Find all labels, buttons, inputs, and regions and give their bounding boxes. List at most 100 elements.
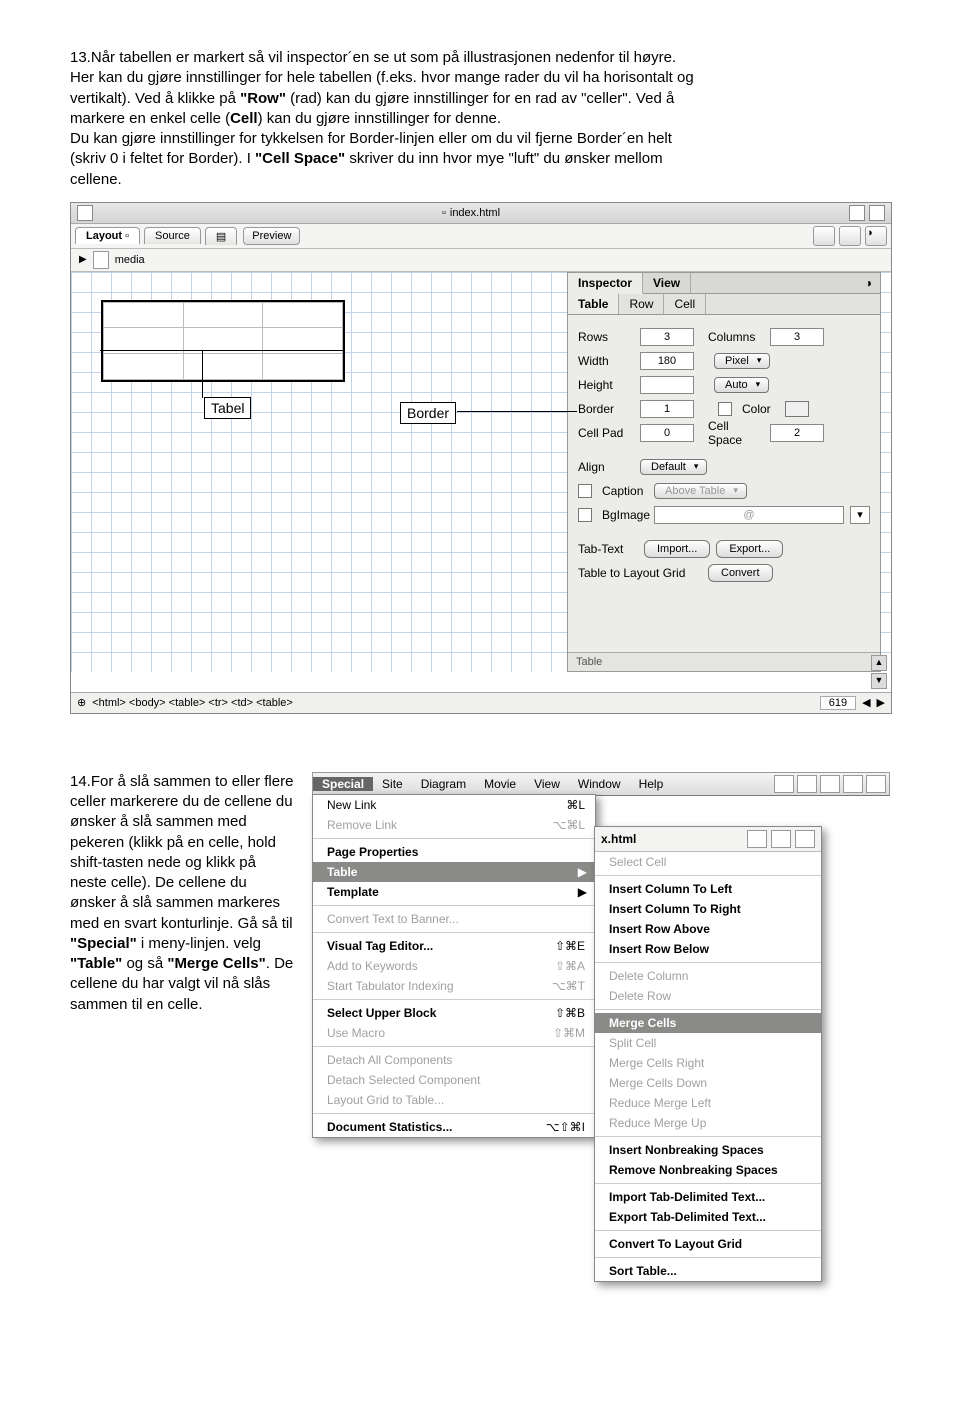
bgimage-input[interactable]: @ (654, 506, 844, 524)
tab-view[interactable]: View (643, 273, 691, 293)
width-input[interactable]: 180 (640, 352, 694, 370)
browse-icon[interactable]: ▾ (850, 506, 870, 524)
close-icon[interactable] (77, 205, 93, 221)
cellpad-input[interactable]: 0 (640, 424, 694, 442)
tab-inspector[interactable]: Inspector (568, 273, 643, 294)
anchor-icon[interactable]: ⊕ (77, 696, 86, 709)
rows-input[interactable]: 3 (640, 328, 694, 346)
export-button[interactable]: Export... (716, 540, 783, 558)
menuitem-ins-col-left[interactable]: Insert Column To Left (595, 879, 821, 899)
menuitem-table[interactable]: Table▶ (313, 862, 595, 882)
cellspace-input[interactable]: 2 (770, 424, 824, 442)
menuitem-tabulator: Start Tabulator Indexing⌥⌘T (313, 976, 595, 996)
min-icon[interactable] (849, 205, 865, 221)
bgimage-checkbox[interactable] (578, 508, 592, 522)
height-input[interactable] (640, 376, 694, 394)
disclosure-icon[interactable]: ◑ (857, 273, 880, 293)
table-element[interactable] (101, 300, 345, 382)
inspector-window: Inspector View ◑ Table Row Cell Rows3Col… (567, 272, 881, 672)
paragraph-14: 14.For å slå sammen to eller flere celle… (70, 772, 294, 1015)
tab-source[interactable]: Source (144, 227, 201, 244)
menuitem-vte[interactable]: Visual Tag Editor...⇧⌘E (313, 936, 595, 956)
list-num: 13. (70, 49, 91, 66)
menuitem-template[interactable]: Template▶ (313, 882, 595, 902)
menu-window[interactable]: Window (569, 777, 630, 791)
tool-icon[interactable] (813, 226, 835, 246)
tab-source-2[interactable]: ▤ (205, 227, 237, 245)
menuitem-merge-cells[interactable]: Merge Cells (595, 1013, 821, 1033)
menuitem-reduce-left: Reduce Merge Left (595, 1093, 821, 1113)
menuitem-new-link[interactable]: New Link⌘L (313, 795, 595, 815)
menuitem-ins-row-above[interactable]: Insert Row Above (595, 919, 821, 939)
menuitem-import-tab[interactable]: Import Tab-Delimited Text... (595, 1187, 821, 1207)
menuitem-doc-stats[interactable]: Document Statistics...⌥⇧⌘I (313, 1117, 595, 1137)
disclosure-icon[interactable]: ◑ (865, 226, 887, 246)
menuitem-merge-down: Merge Cells Down (595, 1073, 821, 1093)
menuitem-sort-table[interactable]: Sort Table... (595, 1261, 821, 1281)
tab-row[interactable]: Row (619, 294, 664, 314)
zoom-icon[interactable] (869, 205, 885, 221)
disclosure-icon[interactable]: ▶ (79, 254, 87, 265)
menuitem-convert-lg[interactable]: Convert To Layout Grid (595, 1234, 821, 1254)
border-input[interactable]: 1 (640, 400, 694, 418)
columns-input[interactable]: 3 (770, 328, 824, 346)
menu-diagram[interactable]: Diagram (412, 777, 475, 791)
convert-button[interactable]: Convert (708, 564, 773, 582)
height-unit-select[interactable]: Auto▾ (714, 377, 769, 393)
bgimage-label: BgImage (602, 508, 648, 522)
color-swatch[interactable] (785, 401, 809, 417)
scroll-down-icon[interactable]: ▼ (871, 673, 887, 689)
align-select[interactable]: Default▾ (640, 459, 707, 475)
color-label: Color (742, 402, 771, 416)
menu-movie[interactable]: Movie (475, 777, 525, 791)
menuitem-select-cell: Select Cell (595, 852, 821, 872)
toolbar-icon[interactable] (866, 775, 886, 793)
width-unit-select[interactable]: Pixel▾ (714, 353, 770, 369)
page-icon (93, 251, 109, 269)
caption-checkbox[interactable] (578, 484, 592, 498)
zoom-value[interactable]: 619 (820, 696, 856, 710)
menuitem-split-cell: Split Cell (595, 1033, 821, 1053)
annotation-tabel: Tabel (204, 397, 251, 419)
tab-layout[interactable]: Layout ▫ (75, 227, 140, 244)
menuitem-ins-col-right[interactable]: Insert Column To Right (595, 899, 821, 919)
toolbar-icon[interactable] (820, 775, 840, 793)
toolbar-icon[interactable] (774, 775, 794, 793)
menuitem-upper-block[interactable]: Select Upper Block⇧⌘B (313, 1003, 595, 1023)
caption-select[interactable]: Above Table▾ (654, 483, 747, 499)
page-icon: ▫ (442, 207, 446, 219)
menuitem-ins-nbsp[interactable]: Insert Nonbreaking Spaces (595, 1140, 821, 1160)
breadcrumb[interactable]: <html> <body> <table> <tr> <td> <table> (92, 697, 293, 709)
menu-view[interactable]: View (525, 777, 569, 791)
tab-cell[interactable]: Cell (664, 294, 706, 314)
menu-help[interactable]: Help (630, 777, 673, 791)
tool-icon[interactable] (771, 830, 791, 848)
layout-canvas[interactable]: Inspector View ◑ Table Row Cell Rows3Col… (71, 272, 891, 672)
tab-table[interactable]: Table (568, 294, 619, 314)
menuitem-page-properties[interactable]: Page Properties (313, 842, 595, 862)
menuitem-rem-nbsp[interactable]: Remove Nonbreaking Spaces (595, 1160, 821, 1180)
width-label: Width (578, 354, 634, 368)
menuitem-ins-row-below[interactable]: Insert Row Below (595, 939, 821, 959)
menuitem-reduce-up: Reduce Merge Up (595, 1113, 821, 1133)
border-label: Border (578, 402, 634, 416)
preview-button[interactable]: Preview (243, 227, 300, 245)
annotation-border: Border (400, 402, 456, 424)
tool-icon[interactable] (839, 226, 861, 246)
editor-window: ▫index.html Layout ▫ Source ▤ Preview ◑ … (70, 202, 892, 714)
menu-site[interactable]: Site (373, 777, 412, 791)
scroll-up-icon[interactable]: ▲ (871, 655, 887, 671)
menuitem-detach-all: Detach All Components (313, 1050, 595, 1070)
color-checkbox[interactable] (718, 402, 732, 416)
scroll-right-icon[interactable]: ▶ (877, 696, 885, 709)
menuitem-use-macro: Use Macro⇧⌘M (313, 1023, 595, 1043)
tool-icon[interactable] (795, 830, 815, 848)
import-button[interactable]: Import... (644, 540, 710, 558)
tool-icon[interactable] (747, 830, 767, 848)
menu-special[interactable]: Special (313, 777, 373, 791)
toolbar-icon[interactable] (843, 775, 863, 793)
menuitem-export-tab[interactable]: Export Tab-Delimited Text... (595, 1207, 821, 1227)
toolbar-icon[interactable] (797, 775, 817, 793)
scroll-left-icon[interactable]: ◀ (862, 696, 870, 709)
columns-label: Columns (708, 330, 764, 344)
